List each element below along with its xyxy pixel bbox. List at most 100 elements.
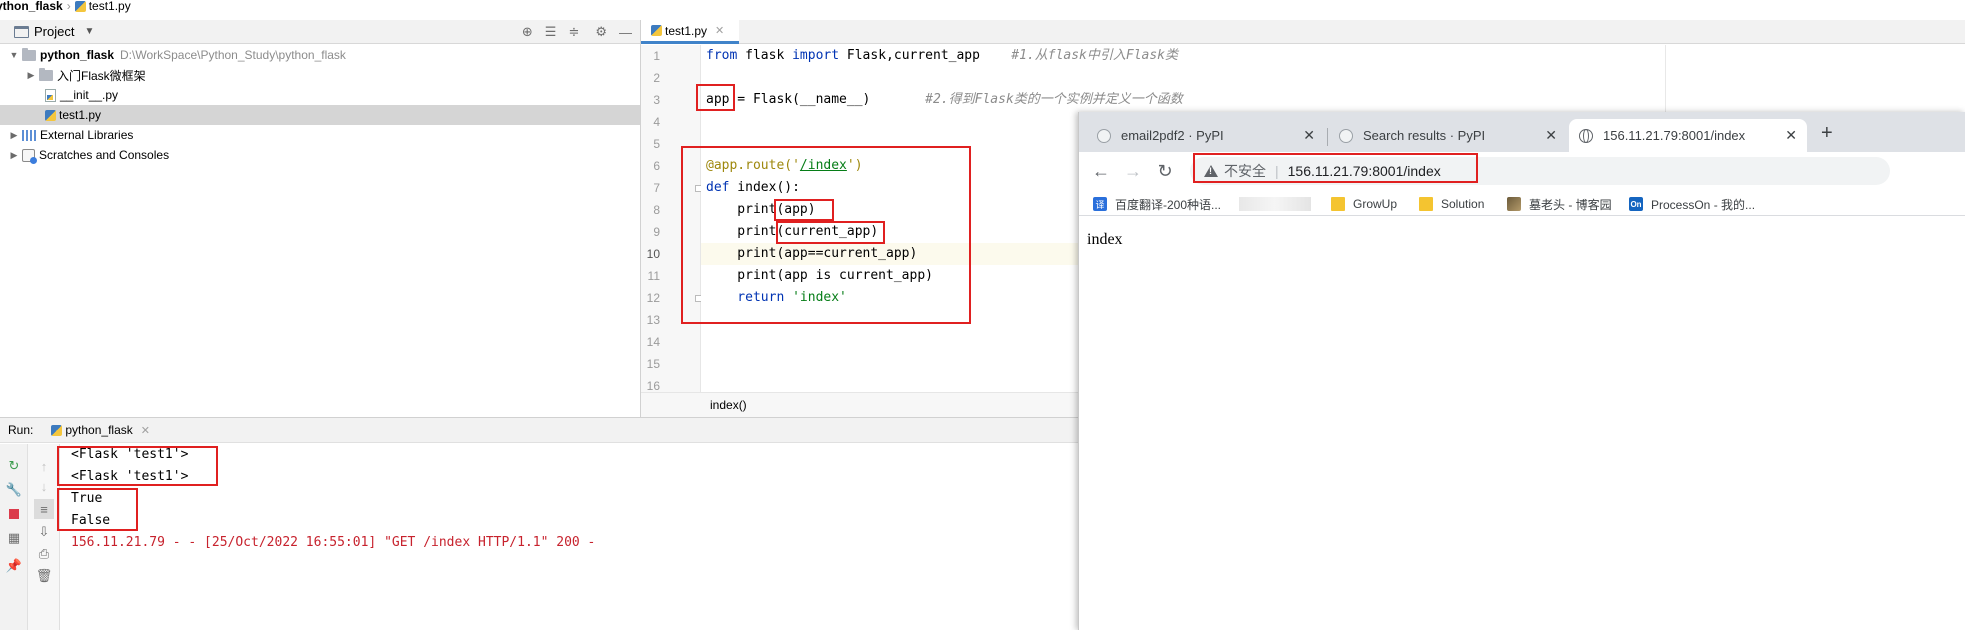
new-tab-plus-icon[interactable]: + [1821,122,1833,145]
navigation-breadcrumb: ython_flask › test1.py [0,0,640,13]
tab-test1-py[interactable]: test1.py ✕ [641,20,739,44]
project-panel-title: Project [34,24,75,39]
close-icon[interactable]: ✕ [141,424,150,437]
expand-all-icon[interactable]: ☰ [545,24,557,40]
forward-arrow-icon[interactable]: → [1121,159,1145,183]
line-number: 15 [646,357,660,371]
collapse-all-icon[interactable]: ≑ [568,24,579,40]
code-comment: #2.得到Flask类的一个实例并定义一个函数 [925,92,1183,107]
line-number: 2 [653,71,660,85]
tree-item-scratches[interactable]: ▶ Scratches and Consoles [0,145,640,165]
python-icon [51,424,63,436]
run-toolbar-secondary: ↑ ↓ ≡ ⇩ ⎙ 🗑 [28,444,60,630]
bookmark-label: Solution [1441,197,1485,211]
chevron-down-icon[interactable]: ▼ [8,50,20,60]
close-icon[interactable]: ✕ [1545,127,1557,144]
tree-item-init-py[interactable]: __init__.py [0,85,640,105]
layout-icon[interactable]: ▦ [4,528,24,548]
browser-tab-index[interactable]: 156.11.21.79:8001/index ✕ [1569,119,1807,152]
project-header-tools: ⊕ ☰ ≑ ⚙ — [522,20,632,44]
tree-item-flask-folder[interactable]: ▶ 入门Flask微框架 [0,65,640,85]
line-number: 11 [647,269,660,283]
print-icon[interactable]: ⎙ [34,544,54,564]
address-url[interactable]: 156.11.21.79:8001/index [1288,163,1441,179]
bookmark-baidu-translate[interactable]: 译 百度翻译-200种语... [1093,195,1221,213]
close-icon[interactable]: ✕ [1785,127,1797,144]
soft-wrap-icon[interactable]: ≡ [34,499,54,519]
arrow-up-icon[interactable]: ↑ [34,456,54,476]
code-token: from [706,48,738,63]
console-line: True [71,491,103,506]
breadcrumb-file[interactable]: test1.py [89,0,131,13]
arrow-down-icon[interactable]: ↓ [34,476,54,496]
line-number: 4 [653,115,660,129]
hide-panel-icon[interactable]: — [619,25,632,40]
tree-item-path: D:\WorkSpace\Python_Study\python_flask [120,48,346,62]
line-number: 5 [653,137,660,151]
project-tree: ▼ python_flask D:\WorkSpace\Python_Study… [0,45,640,417]
editor-breadcrumb-function[interactable]: index() [710,398,747,412]
folder-icon [39,67,53,81]
breadcrumb-project[interactable]: ython_flask [0,0,63,13]
code-token: = Flask(__name__) [729,92,926,107]
code-line-1: from flask import Flask,current_app #1.从… [701,45,1965,67]
tree-item-python-flask[interactable]: ▼ python_flask D:\WorkSpace\Python_Study… [0,45,640,65]
reload-icon[interactable]: ↻ [1153,159,1177,183]
bookmark-cnblogs[interactable]: 墓老头 - 博客园 [1507,195,1612,213]
project-icon [14,25,29,38]
tab-run-python-flask[interactable]: python_flask ✕ [47,417,154,443]
back-arrow-icon[interactable]: ← [1089,159,1113,183]
stop-icon[interactable] [4,504,24,524]
avatar-icon [1507,197,1521,211]
trash-icon[interactable]: 🗑 [34,566,54,586]
scroll-to-end-icon[interactable]: ⇩ [34,522,54,542]
page-body-text: index [1087,231,1123,248]
security-label[interactable]: 不安全 [1224,161,1266,181]
code-token: app [706,92,730,107]
close-icon[interactable]: ✕ [1303,127,1315,144]
chevron-right-icon[interactable]: ▶ [25,70,37,81]
line-number: 6 [653,159,660,173]
code-token: index(): [729,180,800,195]
bookmark-growup[interactable]: GrowUp [1331,195,1397,213]
tab-divider [1327,128,1328,146]
bookmark-processon[interactable]: On ProcessOn - 我的... [1629,195,1755,213]
code-line-3: app = Flask(__name__) #2.得到Flask类的一个实例并定… [701,89,1965,111]
python-file-icon [651,25,662,36]
line-number: 14 [646,335,660,349]
line-number: 13 [646,313,660,327]
chevron-right-icon[interactable]: ▶ [8,150,20,161]
console-log-line: 156.11.21.79 - - [25/Oct/2022 16:55:01] … [71,535,596,550]
console-line: False [71,513,111,528]
console-line: <Flask 'test1'> [71,469,189,484]
rerun-icon[interactable]: ↻ [4,456,24,476]
globe-icon [1579,128,1593,143]
code-token: flask [737,48,793,63]
browser-tab-email2pdf2[interactable]: email2pdf2 · PyPI ✕ [1087,119,1325,152]
close-icon[interactable]: ✕ [715,24,724,37]
tree-item-label: 入门Flask微框架 [57,68,146,83]
gear-icon[interactable]: ⚙ [595,24,607,40]
tree-item-label: Scratches and Consoles [39,148,170,162]
locate-file-icon[interactable]: ⊕ [522,24,533,40]
browser-tab-search-results[interactable]: Search results · PyPI ✕ [1329,119,1567,152]
python-file-icon [45,109,56,121]
blurred-bookmark[interactable] [1239,197,1311,211]
chevron-down-icon[interactable]: ▼ [84,26,94,37]
chevron-right-icon[interactable]: ▶ [8,130,20,141]
python-file-icon [74,0,86,12]
address-bar[interactable]: 不安全 | 156.11.21.79:8001/index [1190,157,1890,185]
pypi-favicon-icon [1339,128,1353,143]
project-view-selector[interactable]: Project ▼ [14,24,94,39]
tree-item-external-libraries[interactable]: ▶ External Libraries [0,125,640,145]
code-comment: #1.从flask中引入Flask类 [1011,48,1179,63]
bookmark-solution[interactable]: Solution [1419,195,1484,213]
pin-icon[interactable]: 📌 [4,556,24,576]
warning-icon[interactable] [1204,165,1218,177]
translate-icon: 译 [1093,197,1107,211]
wrench-icon[interactable]: 🔧 [4,480,24,500]
tree-item-test1-py[interactable]: test1.py [0,105,640,125]
folder-icon [1419,197,1433,211]
code-token: ') [846,158,863,173]
python-file-icon [45,88,56,102]
